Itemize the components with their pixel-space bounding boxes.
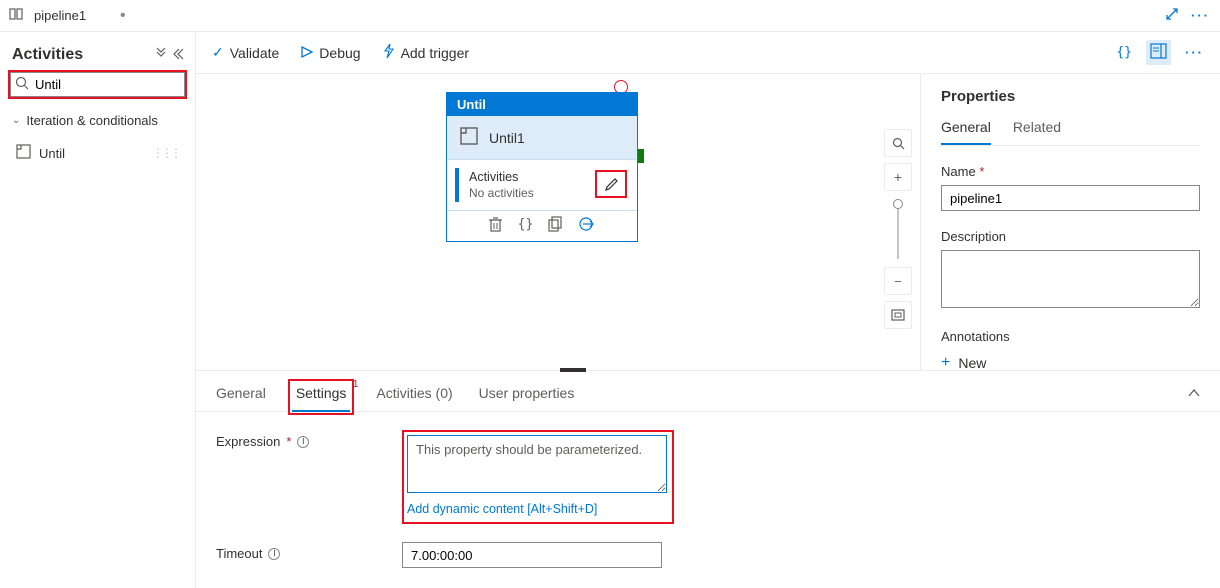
- loop-icon: [459, 126, 479, 149]
- properties-panel-icon[interactable]: [1146, 40, 1171, 65]
- description-label: Description: [941, 229, 1200, 244]
- until-activity-node[interactable]: Until Until1 Activities No activities: [446, 92, 638, 242]
- collapse-sidebar-icon[interactable]: [171, 48, 183, 63]
- edit-activities-button[interactable]: [595, 170, 627, 198]
- activity-search-input[interactable]: [10, 72, 185, 97]
- zoom-slider[interactable]: [897, 199, 899, 259]
- timeout-input[interactable]: [402, 542, 662, 568]
- pencil-icon: [604, 177, 619, 192]
- title-bar: pipeline1 • ···: [0, 0, 1220, 32]
- sidebar-title: Activities: [12, 46, 83, 64]
- activities-sidebar: Activities ⌄ Iteration & conditionals: [0, 32, 196, 588]
- expression-field-group: Add dynamic content [Alt+Shift+D]: [402, 430, 674, 524]
- code-icon[interactable]: {}: [518, 217, 534, 235]
- pipeline-icon: [10, 7, 26, 24]
- drag-grip-icon: ⋮⋮⋮: [152, 146, 179, 160]
- more-icon[interactable]: ···: [1185, 45, 1204, 60]
- expression-label: Expression * i: [216, 430, 384, 449]
- canvas-zoom-controls: + −: [884, 129, 912, 329]
- delete-icon[interactable]: [489, 217, 502, 235]
- validate-button[interactable]: ✓ Validate: [212, 44, 279, 61]
- check-icon: ✓: [212, 44, 224, 61]
- collapse-panel-icon[interactable]: [1188, 387, 1200, 411]
- pipeline-title: pipeline1: [34, 8, 86, 23]
- pipeline-canvas[interactable]: Until Until1 Activities No activities: [196, 74, 920, 370]
- play-icon: [301, 45, 313, 61]
- sidebar-group-label: Iteration & conditionals: [26, 113, 158, 128]
- add-trigger-button[interactable]: Add trigger: [383, 44, 469, 61]
- properties-tab-general[interactable]: General: [941, 119, 991, 145]
- collapse-all-icon[interactable]: [155, 48, 167, 63]
- properties-tab-related[interactable]: Related: [1013, 119, 1061, 145]
- output-connector[interactable]: [638, 149, 644, 163]
- sidebar-item-until[interactable]: Until ⋮⋮⋮: [12, 140, 183, 166]
- zoom-in-button[interactable]: +: [884, 163, 912, 191]
- detail-tab-activities[interactable]: Activities (0): [376, 385, 452, 411]
- detail-tab-settings[interactable]: Settings 1: [292, 383, 351, 411]
- dynamic-content-link[interactable]: Add dynamic content [Alt+Shift+D]: [407, 502, 669, 516]
- activity-search-wrap: [10, 72, 185, 97]
- node-name: Until1: [489, 130, 525, 146]
- more-icon[interactable]: ···: [1191, 8, 1210, 23]
- loop-icon: [16, 144, 31, 162]
- activity-detail-panel: General Settings 1 Activities (0) User p…: [196, 370, 1220, 588]
- lightning-icon: [383, 44, 395, 61]
- properties-panel: Properties General Related Name * Descri…: [920, 74, 1220, 370]
- expand-icon[interactable]: [1165, 7, 1179, 24]
- info-icon[interactable]: i: [297, 436, 309, 448]
- navigate-icon[interactable]: [579, 217, 595, 235]
- name-label: Name *: [941, 164, 1200, 179]
- code-view-icon[interactable]: {}: [1116, 45, 1132, 60]
- canvas-toolbar: ✓ Validate Debug Add trigger {}: [196, 32, 1220, 74]
- chevron-down-icon: ⌄: [12, 115, 20, 126]
- debug-button[interactable]: Debug: [301, 45, 360, 61]
- search-icon: [15, 76, 29, 93]
- description-input[interactable]: [941, 250, 1200, 308]
- sidebar-item-label: Until: [39, 146, 65, 161]
- detail-tab-general[interactable]: General: [216, 385, 266, 411]
- annotations-label: Annotations: [941, 329, 1200, 344]
- info-icon[interactable]: i: [268, 548, 280, 560]
- expression-input[interactable]: [407, 435, 667, 493]
- panel-resize-handle[interactable]: [560, 368, 586, 372]
- zoom-fit-button[interactable]: [884, 301, 912, 329]
- zoom-thumb[interactable]: [893, 199, 903, 209]
- sidebar-group-iteration[interactable]: ⌄ Iteration & conditionals: [12, 113, 183, 128]
- node-type-label: Until: [447, 93, 637, 116]
- zoom-out-button[interactable]: −: [884, 267, 912, 295]
- properties-title: Properties: [941, 88, 1200, 105]
- detail-tab-userprops[interactable]: User properties: [479, 385, 575, 411]
- canvas-search-button[interactable]: [884, 129, 912, 157]
- name-input[interactable]: [941, 185, 1200, 211]
- copy-icon[interactable]: [549, 217, 563, 235]
- accent-bar: [455, 168, 459, 202]
- settings-error-badge: 1: [353, 379, 359, 390]
- timeout-label: Timeout i: [216, 542, 384, 561]
